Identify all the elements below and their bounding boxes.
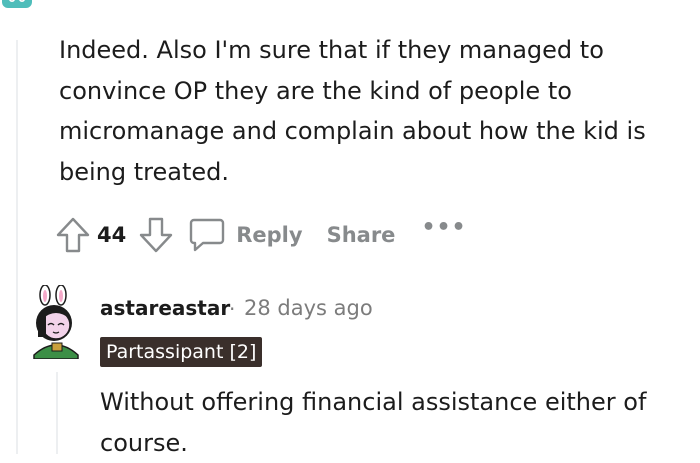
more-icon[interactable]: ••• xyxy=(421,215,466,240)
reply-button[interactable]: Reply xyxy=(236,223,302,247)
reply-comment-body: Without offering financial assistance ei… xyxy=(100,382,695,463)
upvote-icon[interactable] xyxy=(55,216,91,254)
user-flair: Partassipant [2] xyxy=(100,337,262,367)
meta-separator: · xyxy=(229,297,235,321)
comment-timestamp[interactable]: 28 days ago xyxy=(244,296,373,320)
share-button[interactable]: Share xyxy=(327,223,396,247)
comment-icon[interactable] xyxy=(188,216,226,254)
user-avatar[interactable] xyxy=(26,285,86,359)
top-avatar[interactable] xyxy=(0,0,34,14)
comment-username[interactable]: astareastar xyxy=(100,296,230,320)
thread-line-outer[interactable] xyxy=(16,40,18,454)
downvote-icon[interactable] xyxy=(138,216,174,254)
comment-body: Indeed. Also I'm sure that if they manag… xyxy=(59,30,689,192)
vote-score: 44 xyxy=(97,223,126,247)
thread-line-inner[interactable] xyxy=(56,372,58,454)
comment-action-bar: 44 Reply Share ••• xyxy=(55,213,467,257)
